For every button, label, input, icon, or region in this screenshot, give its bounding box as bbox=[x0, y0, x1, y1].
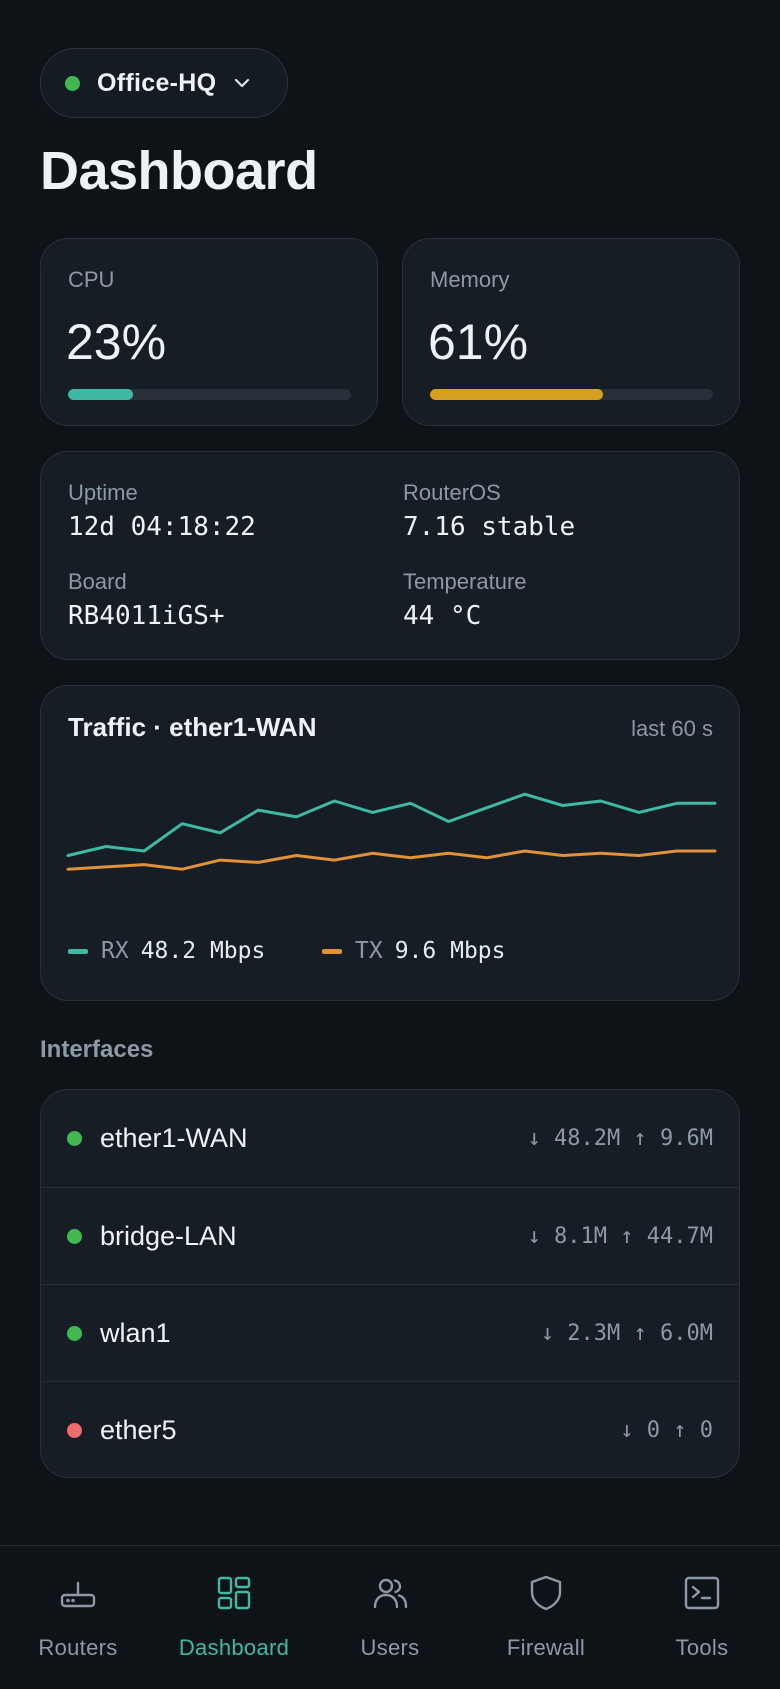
interface-name: ether5 bbox=[100, 1414, 177, 1445]
temperature-label: Temperature bbox=[403, 569, 527, 594]
tx-swatch bbox=[322, 948, 342, 954]
cpu-bar bbox=[68, 389, 351, 400]
nav-firewall[interactable]: Firewall bbox=[468, 1546, 624, 1689]
interface-status-dot bbox=[67, 1325, 82, 1341]
rx-swatch bbox=[68, 948, 88, 954]
router-status-dot bbox=[65, 75, 80, 91]
terminal-icon bbox=[684, 1576, 720, 1610]
memory-bar-fill bbox=[430, 389, 603, 400]
legend-tx: TX 9.6 Mbps bbox=[322, 938, 505, 964]
shield-icon bbox=[530, 1575, 562, 1611]
memory-card: Memory 61% bbox=[402, 238, 740, 426]
board-cell: Board RB4011iGS+ bbox=[68, 569, 225, 631]
interfaces-list: ether1-WAN ↓ 48.2M ↑ 9.6M bridge-LAN ↓ 8… bbox=[40, 1089, 740, 1478]
users-icon bbox=[373, 1578, 408, 1609]
interface-rate: ↓ 8.1M ↑ 44.7M bbox=[527, 1223, 713, 1249]
router-name: Office-HQ bbox=[97, 68, 217, 97]
rx-name: RX bbox=[101, 938, 129, 964]
page-title: Dashboard bbox=[40, 141, 318, 201]
interface-row[interactable]: wlan1 ↓ 2.3M ↑ 6.0M bbox=[41, 1284, 739, 1381]
interfaces-heading: Interfaces bbox=[40, 1036, 154, 1063]
uptime-label: Uptime bbox=[68, 480, 138, 505]
cpu-bar-fill bbox=[68, 389, 134, 400]
temperature-cell: Temperature 44 °C bbox=[403, 569, 527, 631]
interface-name: ether1-WAN bbox=[100, 1123, 248, 1153]
interface-rate: ↓ 2.3M ↑ 6.0M bbox=[540, 1320, 713, 1346]
interface-name: wlan1 bbox=[100, 1317, 171, 1348]
chevron-down-icon bbox=[235, 78, 250, 88]
memory-bar bbox=[430, 389, 713, 400]
router-selector[interactable]: Office-HQ bbox=[40, 48, 288, 118]
interface-rate: ↓ 0 ↑ 0 bbox=[620, 1417, 713, 1443]
router-icon bbox=[60, 1581, 96, 1608]
system-info-card: Uptime 12d 04:18:22 RouterOS 7.16 stable… bbox=[40, 451, 740, 660]
cpu-label: CPU bbox=[68, 267, 115, 292]
nav-tools[interactable]: Tools bbox=[624, 1546, 780, 1689]
interface-row[interactable]: bridge-LAN ↓ 8.1M ↑ 44.7M bbox=[41, 1187, 739, 1284]
traffic-card: Traffic · ether1-WAN last 60 s RX 48.2 M… bbox=[40, 685, 740, 1001]
series-line-tx bbox=[66, 849, 717, 871]
memory-label: Memory bbox=[430, 267, 510, 292]
rx-value: 48.2 Mbps bbox=[140, 938, 266, 964]
interface-status-dot bbox=[67, 1131, 82, 1146]
nav-tools-label: Tools bbox=[675, 1635, 729, 1660]
tx-value: 9.6 Mbps bbox=[394, 938, 506, 964]
interface-status-dot bbox=[67, 1228, 82, 1244]
series-line-rx bbox=[66, 792, 717, 857]
cpu-card: CPU 23% bbox=[40, 238, 378, 426]
interface-rate: ↓ 48.2M ↑ 9.6M bbox=[527, 1126, 713, 1151]
nav-routers-label: Routers bbox=[38, 1635, 118, 1660]
nav-users[interactable]: Users bbox=[312, 1546, 468, 1689]
traffic-chart bbox=[66, 792, 717, 871]
nav-dashboard-label: Dashboard bbox=[178, 1635, 290, 1660]
nav-dashboard[interactable]: Dashboard bbox=[156, 1546, 312, 1689]
cpu-value: 23% bbox=[66, 314, 167, 370]
uptime-value: 12d 04:18:22 bbox=[68, 512, 256, 542]
dashboard-icon bbox=[217, 1576, 251, 1610]
interface-row[interactable]: ether1-WAN ↓ 48.2M ↑ 9.6M bbox=[41, 1090, 739, 1187]
nav-users-label: Users bbox=[360, 1635, 420, 1660]
legend-rx: RX 48.2 Mbps bbox=[68, 938, 265, 964]
routeros-label: RouterOS bbox=[403, 480, 501, 505]
bottom-nav: Routers Dashboard Users Firewall Tools bbox=[0, 1545, 780, 1689]
temperature-value: 44 °C bbox=[403, 601, 482, 631]
interface-row[interactable]: ether5 ↓ 0 ↑ 0 bbox=[41, 1381, 739, 1477]
routeros-cell: RouterOS 7.16 stable bbox=[403, 480, 575, 542]
interface-name: bridge-LAN bbox=[100, 1220, 237, 1251]
tx-name: TX bbox=[355, 938, 383, 964]
nav-firewall-label: Firewall bbox=[506, 1635, 586, 1660]
interface-status-dot bbox=[67, 1422, 82, 1438]
memory-value: 61% bbox=[428, 314, 529, 370]
uptime-cell: Uptime 12d 04:18:22 bbox=[68, 480, 256, 542]
routeros-value: 7.16 stable bbox=[403, 512, 576, 542]
nav-routers[interactable]: Routers bbox=[0, 1546, 156, 1689]
board-label: Board bbox=[68, 569, 127, 594]
board-value: RB4011iGS+ bbox=[68, 601, 225, 631]
